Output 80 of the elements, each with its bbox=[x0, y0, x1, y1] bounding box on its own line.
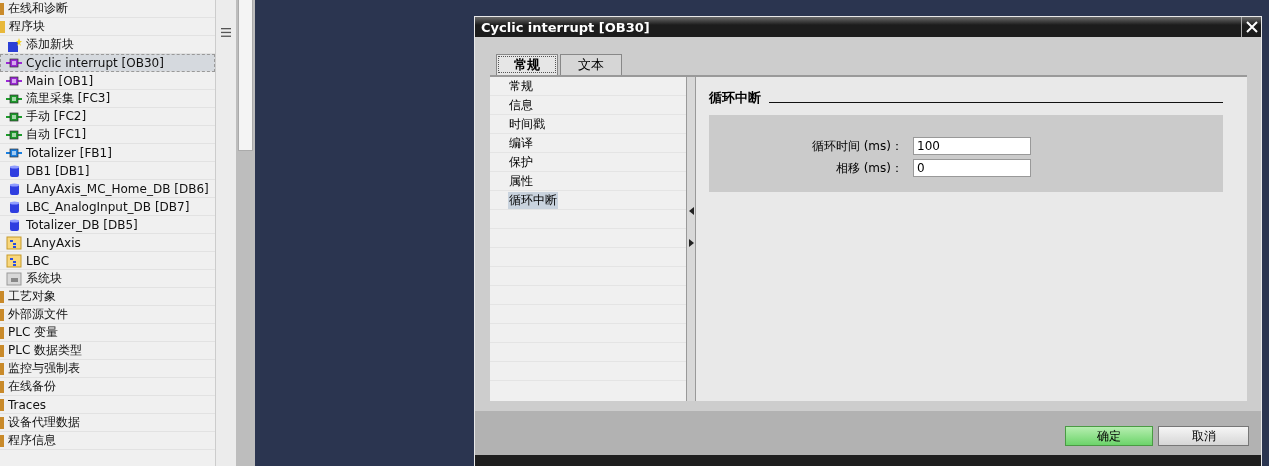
block-icon bbox=[6, 109, 22, 124]
close-button[interactable] bbox=[1241, 17, 1261, 37]
tab[interactable]: 文本 bbox=[560, 54, 622, 75]
tree-item-label: PLC 数据类型 bbox=[8, 342, 83, 359]
field-label: 循环时间 (ms)： bbox=[811, 137, 903, 155]
tree-item[interactable]: LBC bbox=[0, 252, 215, 270]
tree-item-label: LBC bbox=[26, 253, 50, 268]
tree-item-label: Main [OB1] bbox=[26, 73, 94, 88]
tree-item-label: 添加新块 bbox=[26, 36, 74, 53]
input-field[interactable]: 100 bbox=[913, 137, 1031, 155]
cancel-button[interactable]: 取消 bbox=[1158, 426, 1249, 446]
tree-item[interactable]: 工艺对象 bbox=[0, 288, 215, 306]
tree-item[interactable]: Cyclic interrupt [OB30] bbox=[0, 54, 215, 72]
input-field[interactable]: 0 bbox=[913, 159, 1031, 177]
tree-item[interactable]: 在线和诊断 bbox=[0, 0, 215, 18]
tree-item-label: 工艺对象 bbox=[8, 288, 56, 305]
tree-item[interactable]: LAnyAxis bbox=[0, 234, 215, 252]
tree-item-label: PLC 变量 bbox=[8, 324, 59, 341]
tree-item[interactable]: 系统块 bbox=[0, 270, 215, 288]
block-icon bbox=[6, 55, 22, 70]
tree-item-label: DB1 [DB1] bbox=[26, 163, 90, 178]
right-arrow-icon[interactable] bbox=[688, 239, 694, 247]
tree-item-label: Totalizer_DB [DB5] bbox=[26, 217, 138, 232]
close-icon bbox=[1244, 20, 1259, 34]
tree-item-label: 流里采集 [FC3] bbox=[26, 90, 111, 107]
tree-item[interactable]: LAnyAxis_MC_Home_DB [DB6] bbox=[0, 180, 215, 198]
tree-item[interactable]: PLC 变量 bbox=[0, 324, 215, 342]
system-folder-icon bbox=[6, 271, 22, 286]
block-icon bbox=[6, 91, 22, 106]
field-label: 相移 (ms)： bbox=[835, 159, 903, 177]
tree-item[interactable]: 程序块 bbox=[0, 18, 215, 36]
section-title: 循环中断 bbox=[709, 89, 761, 107]
tree-item-label: Totalizer [FB1] bbox=[26, 145, 112, 160]
nav-item[interactable]: 常规 bbox=[508, 77, 534, 95]
scrollbar-thumb[interactable] bbox=[238, 0, 253, 151]
tree-item-label: 程序块 bbox=[9, 18, 45, 35]
tree-item[interactable]: LBC_AnalogInput_DB [DB7] bbox=[0, 198, 215, 216]
tree-item-label: 设备代理数据 bbox=[8, 414, 80, 431]
left-arrow-icon[interactable] bbox=[688, 207, 694, 215]
tree-item[interactable]: DB1 [DB1] bbox=[0, 162, 215, 180]
tree-item[interactable]: Totalizer [FB1] bbox=[0, 144, 215, 162]
nav-item[interactable]: 时间戳 bbox=[508, 115, 546, 133]
tree-item-label: 监控与强制表 bbox=[8, 360, 80, 377]
ok-button[interactable]: 确定 bbox=[1065, 426, 1153, 446]
tree-item[interactable]: Totalizer_DB [DB5] bbox=[0, 216, 215, 234]
tree-item[interactable]: 手动 [FC2] bbox=[0, 108, 215, 126]
tree-item-label: LBC_AnalogInput_DB [DB7] bbox=[26, 199, 190, 214]
tree-item[interactable]: Main [OB1] bbox=[0, 72, 215, 90]
tree-item[interactable]: 监控与强制表 bbox=[0, 360, 215, 378]
tree-item[interactable]: Traces bbox=[0, 396, 215, 414]
tab[interactable]: 常规 bbox=[496, 54, 558, 75]
tree-item-label: 系统块 bbox=[26, 270, 62, 287]
block-icon bbox=[6, 145, 22, 160]
nav-item[interactable]: 保护 bbox=[508, 153, 534, 171]
nav-item[interactable]: 信息 bbox=[508, 96, 534, 114]
tree-item-label: 外部源文件 bbox=[8, 306, 68, 323]
nav-item[interactable]: 循环中断 bbox=[508, 191, 558, 209]
tree-item[interactable]: 程序信息 bbox=[0, 432, 215, 450]
tree-item[interactable]: 流里采集 [FC3] bbox=[0, 90, 215, 108]
tree-item[interactable]: 外部源文件 bbox=[0, 306, 215, 324]
tree-item-label: 手动 [FC2] bbox=[26, 108, 87, 125]
block-icon bbox=[6, 73, 22, 88]
dialog-title: Cyclic interrupt [OB30] bbox=[480, 19, 650, 35]
tree-item-label: 在线备份 bbox=[8, 378, 56, 395]
nav-item[interactable]: 属性 bbox=[508, 172, 534, 190]
nav-item[interactable]: 编译 bbox=[508, 134, 534, 152]
tree-item[interactable]: 在线备份 bbox=[0, 378, 215, 396]
menu-icon[interactable] bbox=[221, 28, 231, 37]
tree-item[interactable]: PLC 数据类型 bbox=[0, 342, 215, 360]
tree-item-label: 程序信息 bbox=[8, 432, 56, 449]
tree-item-label: 在线和诊断 bbox=[8, 0, 68, 17]
tree-item[interactable]: 自动 [FC1] bbox=[0, 126, 215, 144]
tree-item-label: 自动 [FC1] bbox=[26, 126, 87, 143]
tree-item-label: Cyclic interrupt [OB30] bbox=[26, 55, 164, 70]
tree-item-label: LAnyAxis bbox=[26, 235, 81, 250]
new-block-icon bbox=[6, 37, 22, 52]
tree-item-label: Traces bbox=[8, 397, 47, 412]
tree-item-label: LAnyAxis_MC_Home_DB [DB6] bbox=[26, 181, 209, 196]
tree-item[interactable]: 设备代理数据 bbox=[0, 414, 215, 432]
block-icon bbox=[6, 127, 22, 142]
